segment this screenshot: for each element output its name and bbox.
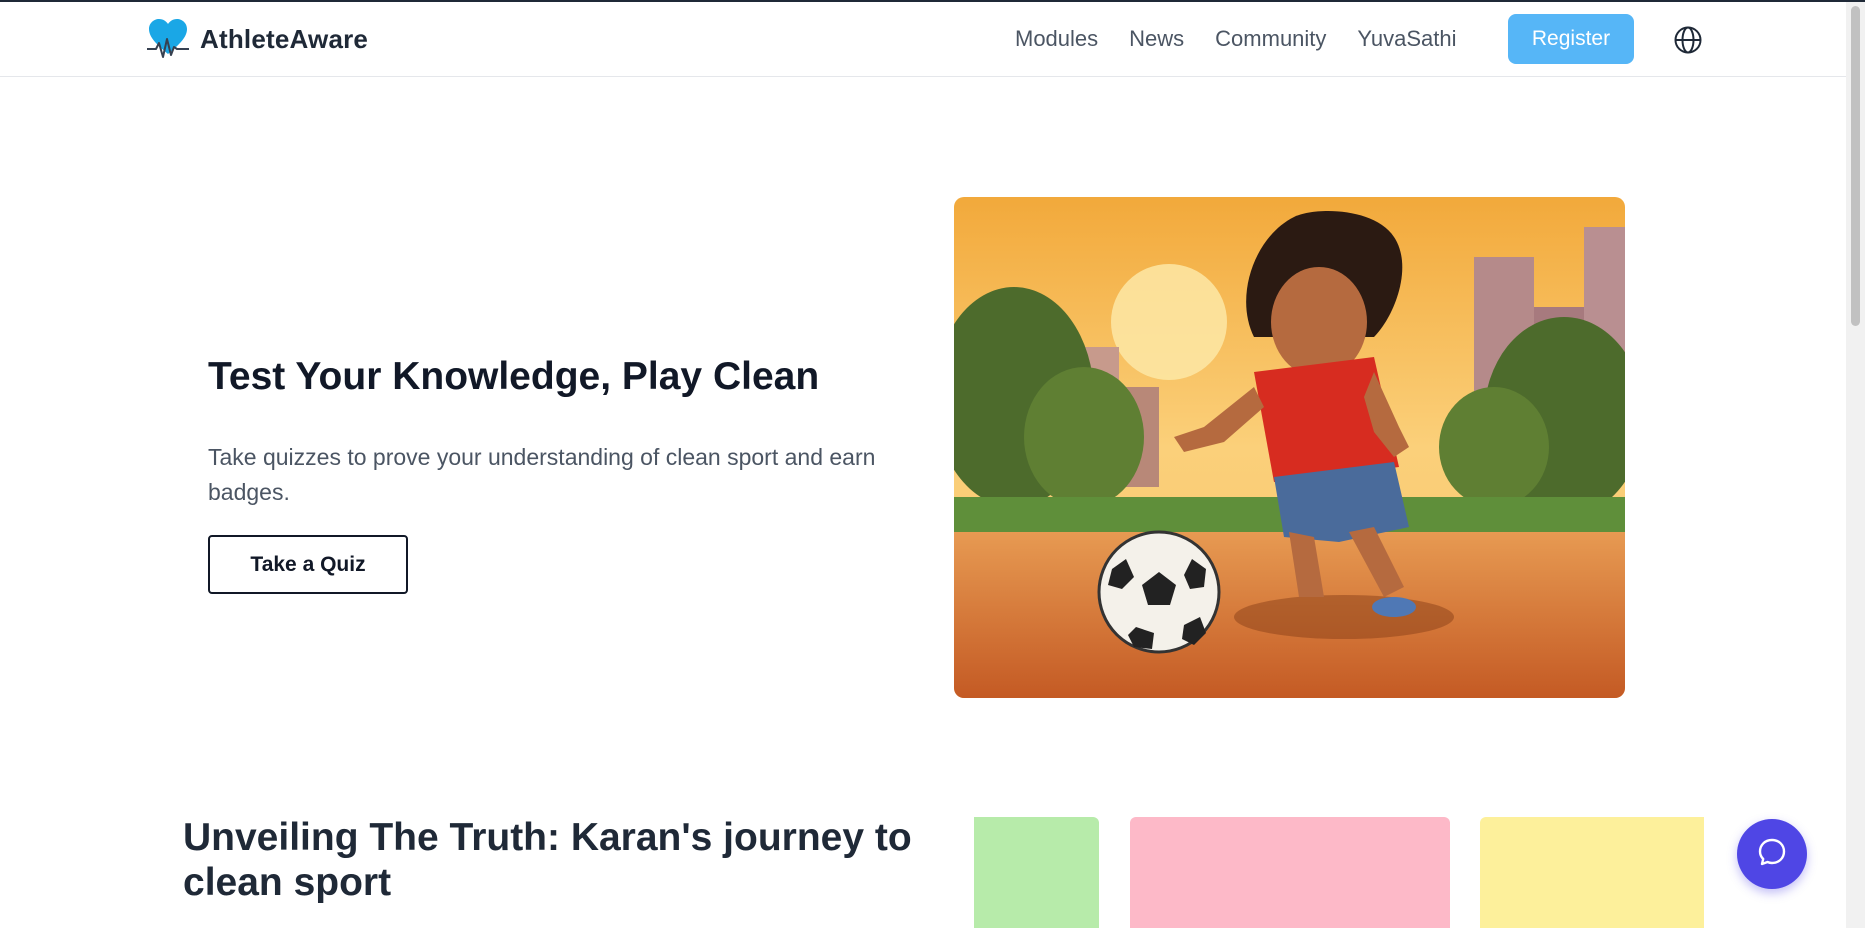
story-card[interactable] [1130,817,1450,928]
hero-title: Test Your Knowledge, Play Clean [208,355,820,398]
site-header: AthleteAware Modules News Community Yuva… [0,2,1846,77]
nav-modules[interactable]: Modules [1015,26,1098,52]
vertical-scrollbar[interactable] [1846,2,1865,928]
story-card[interactable] [974,817,1099,928]
brand-name: AthleteAware [200,23,369,54]
take-quiz-button[interactable]: Take a Quiz [208,535,408,594]
main-nav: Modules News Community YuvaSathi [1015,26,1457,52]
nav-news[interactable]: News [1129,26,1184,52]
brand-logo[interactable]: AthleteAware [146,16,368,62]
nav-yuvasathi[interactable]: YuvaSathi [1357,26,1456,52]
heart-pulse-icon [146,16,190,62]
hero-illustration [954,197,1625,698]
nav-community[interactable]: Community [1215,26,1326,52]
globe-icon[interactable] [1673,25,1703,55]
story-section-title: Unveiling The Truth: Karan's journey to … [183,816,912,904]
chat-bubble-icon [1756,836,1788,873]
chat-button[interactable] [1737,819,1807,889]
scrollbar-thumb[interactable] [1851,6,1860,326]
hero-subtitle: Take quizzes to prove your understanding… [208,444,876,505]
story-card[interactable] [1480,817,1704,928]
register-button[interactable]: Register [1508,14,1634,64]
